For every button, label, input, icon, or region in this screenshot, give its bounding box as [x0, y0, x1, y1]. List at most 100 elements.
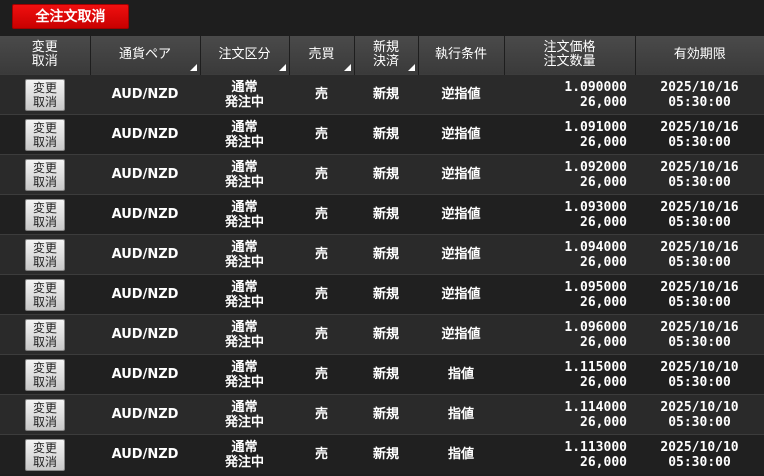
- order-status-label: 発注中: [224, 454, 264, 470]
- col-header-modify: 変更 取消: [0, 36, 91, 75]
- order-status-label: 発注中: [224, 174, 264, 190]
- col-header-order-type-label: 注文区分: [218, 47, 271, 62]
- condition-cell: 指値: [418, 434, 504, 474]
- order-status-label: 発注中: [224, 254, 264, 270]
- condition-cell: 逆指値: [418, 74, 504, 115]
- table-row: 変更 取消 AUD/NZD 通常 発注中売新規 逆指値 1.096000 26,000 2025…: [0, 314, 764, 355]
- new-close-cell: 新規: [354, 314, 418, 355]
- expiry-time: 05:30:00: [668, 294, 731, 310]
- pair-cell: AUD/NZD: [90, 274, 200, 315]
- col-header-pair[interactable]: 通貨ペア: [90, 36, 201, 75]
- cancel-label: 取消: [32, 134, 57, 149]
- order-price: 1.094000: [564, 239, 627, 255]
- expiry-date: 2025/10/16: [660, 119, 739, 135]
- order-quantity: 26,000: [580, 214, 627, 230]
- table-row: 変更 取消 AUD/NZD 通常 発注中売新規 指値 1.113000 26,000 2025/…: [0, 434, 764, 474]
- modify-cancel-button[interactable]: 変更 取消: [25, 438, 65, 471]
- col-header-qty-label: 注文数量: [543, 54, 596, 69]
- modify-cell: 変更 取消: [0, 114, 90, 155]
- order-quantity: 26,000: [580, 134, 627, 150]
- orders-table: 変更 取消 通貨ペア 注文区分 売買 新規 決済 執行条件 注文価格 注文数量 …: [0, 36, 764, 474]
- price-qty-cell: 1.092000 26,000: [504, 154, 635, 195]
- pair-cell: AUD/NZD: [90, 314, 200, 355]
- order-price: 1.092000: [564, 159, 627, 175]
- pair-cell: AUD/NZD: [90, 234, 200, 275]
- order-quantity: 26,000: [580, 174, 627, 190]
- expiry-time: 05:30:00: [668, 254, 731, 270]
- col-header-condition: 執行条件: [418, 36, 505, 75]
- side-cell: 売: [289, 274, 354, 315]
- modify-cancel-button[interactable]: 変更 取消: [25, 198, 65, 231]
- expiry-cell: 2025/10/16 05:30:00: [635, 314, 764, 355]
- order-type-cell: 通常 発注中: [200, 74, 289, 115]
- condition-cell: 逆指値: [418, 154, 504, 195]
- col-header-new-close-line1: 新規: [372, 40, 399, 55]
- modify-label: 変更: [32, 280, 57, 295]
- order-type-label: 通常: [231, 279, 258, 295]
- order-type-cell: 通常 発注中: [200, 114, 289, 155]
- modify-cell: 変更 取消: [0, 274, 90, 315]
- modify-cancel-button[interactable]: 変更 取消: [25, 278, 65, 311]
- condition-cell: 指値: [418, 394, 504, 435]
- modify-cancel-button[interactable]: 変更 取消: [25, 238, 65, 271]
- side-cell: 売: [289, 354, 354, 395]
- expiry-date: 2025/10/16: [660, 159, 739, 175]
- modify-label: 変更: [32, 160, 57, 175]
- order-quantity: 26,000: [580, 454, 627, 470]
- cancel-label: 取消: [32, 454, 57, 469]
- expiry-cell: 2025/10/10 05:30:00: [635, 394, 764, 435]
- order-quantity: 26,000: [580, 414, 627, 430]
- price-qty-cell: 1.094000 26,000: [504, 234, 635, 275]
- order-type-label: 通常: [231, 399, 258, 415]
- cancel-all-orders-button[interactable]: 全注文取消: [12, 4, 129, 29]
- modify-cell: 変更 取消: [0, 154, 90, 195]
- order-quantity: 26,000: [580, 254, 627, 270]
- order-quantity: 26,000: [580, 294, 627, 310]
- expiry-cell: 2025/10/16 05:30:00: [635, 234, 764, 275]
- expiry-time: 05:30:00: [668, 414, 731, 430]
- col-header-side[interactable]: 売買: [289, 36, 355, 75]
- col-header-modify-line1: 変更: [31, 40, 58, 55]
- condition-cell: 指値: [418, 354, 504, 395]
- new-close-cell: 新規: [354, 154, 418, 195]
- modify-cell: 変更 取消: [0, 74, 90, 115]
- modify-cancel-button[interactable]: 変更 取消: [25, 398, 65, 431]
- table-row: 変更 取消 AUD/NZD 通常 発注中売新規 指値 1.115000 26,000 2025/…: [0, 354, 764, 395]
- modify-cancel-button[interactable]: 変更 取消: [25, 118, 65, 151]
- new-close-cell: 新規: [354, 434, 418, 474]
- order-type-cell: 通常 発注中: [200, 434, 289, 474]
- expiry-time: 05:30:00: [668, 334, 731, 350]
- price-qty-cell: 1.095000 26,000: [504, 274, 635, 315]
- col-header-pair-label: 通貨ペア: [118, 47, 171, 62]
- col-header-order-type[interactable]: 注文区分: [200, 36, 290, 75]
- modify-cancel-button[interactable]: 変更 取消: [25, 358, 65, 391]
- price-qty-cell: 1.090000 26,000: [504, 74, 635, 115]
- price-qty-cell: 1.093000 26,000: [504, 194, 635, 235]
- order-type-cell: 通常 発注中: [200, 194, 289, 235]
- order-status-label: 発注中: [224, 374, 264, 390]
- modify-cancel-button[interactable]: 変更 取消: [25, 318, 65, 351]
- order-status-label: 発注中: [224, 334, 264, 350]
- order-type-cell: 通常 発注中: [200, 394, 289, 435]
- expiry-date: 2025/10/10: [660, 439, 739, 455]
- pair-cell: AUD/NZD: [90, 74, 200, 115]
- order-type-label: 通常: [231, 319, 258, 335]
- sort-triangle-icon: [278, 64, 286, 71]
- col-header-side-label: 売買: [308, 47, 335, 62]
- col-header-condition-label: 執行条件: [434, 47, 487, 62]
- table-row: 変更 取消 AUD/NZD 通常 発注中売新規 逆指値 1.095000 26,000 2025…: [0, 274, 764, 315]
- order-price: 1.113000: [564, 439, 627, 455]
- col-header-new-close[interactable]: 新規 決済: [354, 36, 419, 75]
- order-type-label: 通常: [231, 199, 258, 215]
- modify-label: 変更: [32, 320, 57, 335]
- side-cell: 売: [289, 314, 354, 355]
- modify-cancel-button[interactable]: 変更 取消: [25, 158, 65, 191]
- order-type-cell: 通常 発注中: [200, 274, 289, 315]
- pair-cell: AUD/NZD: [90, 154, 200, 195]
- price-qty-cell: 1.113000 26,000: [504, 434, 635, 474]
- modify-cancel-button[interactable]: 変更 取消: [25, 78, 65, 111]
- new-close-cell: 新規: [354, 74, 418, 115]
- side-cell: 売: [289, 74, 354, 115]
- side-cell: 売: [289, 154, 354, 195]
- new-close-cell: 新規: [354, 394, 418, 435]
